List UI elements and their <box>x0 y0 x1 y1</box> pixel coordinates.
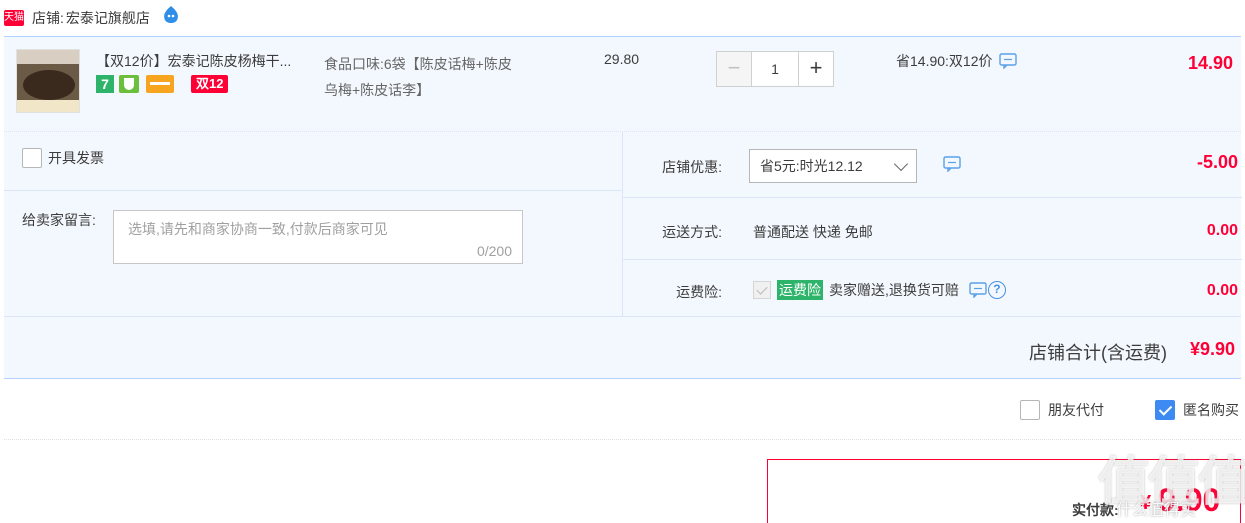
quantity-input[interactable]: 1 <box>752 51 798 87</box>
friend-pay-label: 朋友代付 <box>1048 402 1104 418</box>
order-box: 【双12价】宏泰记陈皮杨梅干... 7 双12 食品口味:6袋【陈皮话梅+陈皮 … <box>4 36 1242 380</box>
shop-total-row: 店铺合计(含运费) ¥9.90 <box>4 316 1241 380</box>
shipping-amount: 0.00 <box>1206 222 1238 239</box>
shipping-method: 普通配送 快递 免邮 <box>753 224 873 240</box>
shipping-label: 运送方式: <box>662 224 722 240</box>
wangwang-icon[interactable] <box>160 5 182 25</box>
chat-icon[interactable] <box>969 282 987 298</box>
shop-header: 天猫 店铺: 宏泰记旗舰店 <box>0 0 1245 36</box>
shop-discount-label: 店铺优惠: <box>662 159 722 175</box>
tmall-badge-icon: 天猫 <box>4 10 24 26</box>
seven-day-return-icon[interactable]: 7 <box>96 75 114 93</box>
quantity-increase-button[interactable]: + <box>798 51 834 87</box>
product-title-link[interactable]: 【双12价】宏泰记陈皮杨梅干... <box>96 51 316 71</box>
insurance-amount: 0.00 <box>1206 282 1238 299</box>
quantity-stepper: − 1 + <box>716 51 834 87</box>
item-subtotal: 14.90 <box>1187 53 1233 73</box>
friend-pay-option[interactable]: 朋友代付 <box>1020 400 1104 420</box>
unit-price: 29.80 <box>604 51 640 67</box>
shop-discount-row: 店铺优惠: 省5元:时光12.12 -5.00 <box>623 132 1242 198</box>
service-badges: 7 双12 <box>96 75 229 93</box>
credit-card-icon[interactable] <box>146 75 174 93</box>
invoice-checkbox[interactable] <box>22 148 42 168</box>
sku-info: 食品口味:6袋【陈皮话梅+陈皮 乌梅+陈皮话李】 <box>324 51 564 103</box>
coupon-select[interactable]: 省5元:时光12.12 <box>749 149 917 183</box>
double12-badge: 双12 <box>191 75 229 93</box>
shipping-row: 运送方式: 普通配送 快递 免邮 0.00 <box>623 198 1242 260</box>
message-placeholder: 选填,请先和商家协商一致,付款后商家可见 <box>128 221 388 237</box>
watermark-text: 什么值得买 <box>1116 502 1197 519</box>
sku-line: 食品口味:6袋【陈皮话梅+陈皮 <box>324 56 512 72</box>
message-char-count: 0/200 <box>476 243 512 259</box>
promo-text: 省14.90:双12价 <box>896 53 993 69</box>
anonymous-purchase-option[interactable]: 匿名购买 <box>1155 400 1239 420</box>
invoice-option[interactable]: 开具发票 <box>22 148 104 168</box>
watermark: 值值值 什么值得买 <box>1098 440 1245 520</box>
friend-pay-checkbox[interactable] <box>1020 400 1040 420</box>
product-thumbnail[interactable] <box>16 49 80 113</box>
insurance-info: 运费险 卖家赠送,退换货可赔 ? <box>753 280 1006 300</box>
anonymous-purchase-checkbox[interactable] <box>1155 400 1175 420</box>
sku-line: 乌梅+陈皮话李】 <box>324 82 431 98</box>
insurance-icons: ? <box>969 281 1006 299</box>
payment-options-row: 朋友代付 匿名购买 <box>4 380 1241 440</box>
guarantee-shield-icon[interactable] <box>119 75 139 93</box>
order-extra-right: 店铺优惠: 省5元:时光12.12 -5.00 运送方式: 普通配送 快递 免邮… <box>622 132 1242 316</box>
insurance-tag: 运费险 <box>777 280 823 300</box>
shop-discount-amount: -5.00 <box>1196 152 1238 172</box>
chevron-down-icon <box>893 156 909 172</box>
insurance-checkbox <box>753 281 771 299</box>
shop-total-amount: ¥9.90 <box>1189 339 1235 359</box>
order-extra-left: 开具发票 给卖家留言: 选填,请先和商家协商一致,付款后商家可见 0/200 <box>4 132 622 316</box>
insurance-row: 运费险: 运费险 卖家赠送,退换货可赔 ? 0.00 <box>623 260 1242 316</box>
invoice-label: 开具发票 <box>48 150 104 166</box>
anonymous-purchase-label: 匿名购买 <box>1183 402 1239 418</box>
coupon-selected-value: 省5元:时光12.12 <box>760 158 863 174</box>
promo-info: 省14.90:双12价 <box>896 51 1017 71</box>
chat-icon[interactable] <box>998 53 1017 69</box>
chat-icon[interactable] <box>943 156 961 172</box>
item-row: 【双12价】宏泰记陈皮杨梅干... 7 双12 食品口味:6袋【陈皮话梅+陈皮 … <box>4 37 1241 132</box>
seller-message-textarea[interactable]: 选填,请先和商家协商一致,付款后商家可见 0/200 <box>113 210 523 264</box>
shop-label: 店铺: <box>32 10 64 26</box>
divider <box>4 190 622 191</box>
message-label: 给卖家留言: <box>22 212 96 228</box>
insurance-label: 运费险: <box>676 284 722 300</box>
insurance-text: 卖家赠送,退换货可赔 <box>829 282 959 298</box>
shop-name-link[interactable]: 宏泰记旗舰店 <box>66 8 150 28</box>
shop-total-label: 店铺合计(含运费) <box>1029 343 1167 363</box>
quantity-decrease-button[interactable]: − <box>716 51 752 87</box>
help-icon[interactable]: ? <box>987 281 1006 299</box>
